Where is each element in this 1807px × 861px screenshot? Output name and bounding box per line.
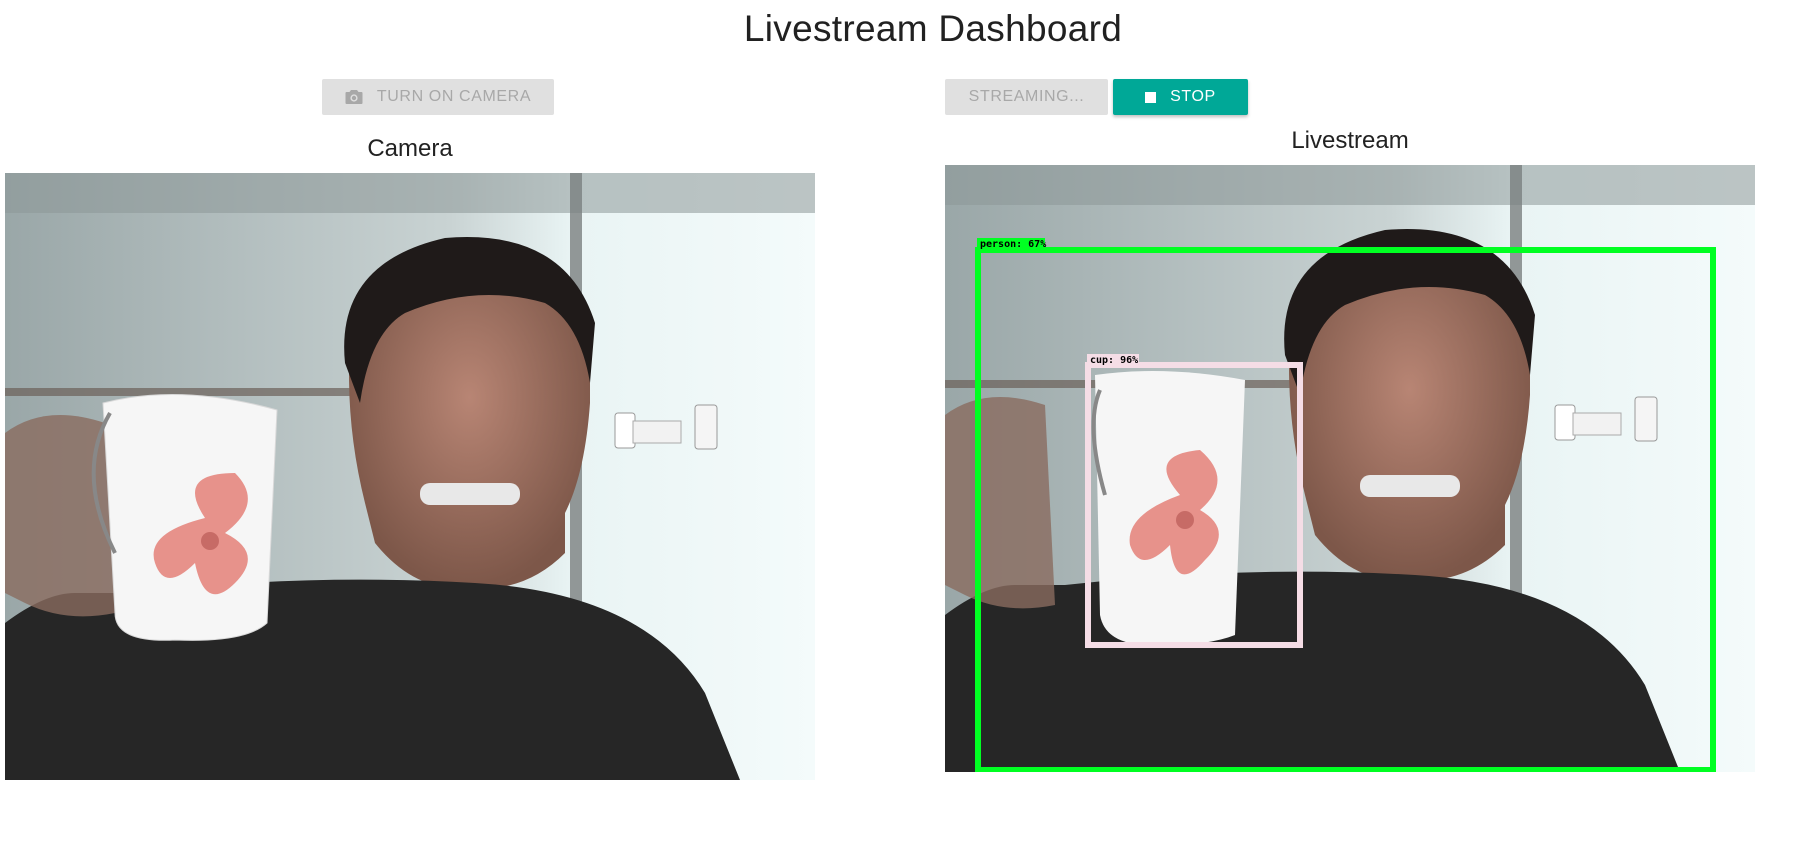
stop-button[interactable]: STOP (1113, 79, 1248, 115)
page-title: Livestream Dashboard (743, 8, 1123, 49)
camera-panel-title: Camera (367, 135, 453, 162)
livestream-frame-image: person: 67% cup: 96% (945, 165, 1755, 772)
detection-person-label: person: 67% (980, 239, 1046, 250)
detection-cup-label: cup: 96% (1090, 355, 1138, 366)
turn-on-camera-button[interactable]: TURN ON CAMERA (322, 79, 554, 115)
camera-frame-image (5, 173, 815, 780)
livestream-panel-title: Livestream (1291, 127, 1409, 154)
streaming-button[interactable]: STREAMING... (945, 79, 1108, 115)
stop-icon (1145, 91, 1157, 103)
camera-video-feed (5, 173, 815, 780)
streaming-label: STREAMING... (968, 88, 1085, 105)
turn-on-camera-label: TURN ON CAMERA (376, 88, 532, 105)
livestream-video-feed: person: 67% cup: 96% (945, 165, 1755, 772)
stop-label: STOP (1170, 88, 1216, 105)
camera-icon (345, 89, 363, 105)
